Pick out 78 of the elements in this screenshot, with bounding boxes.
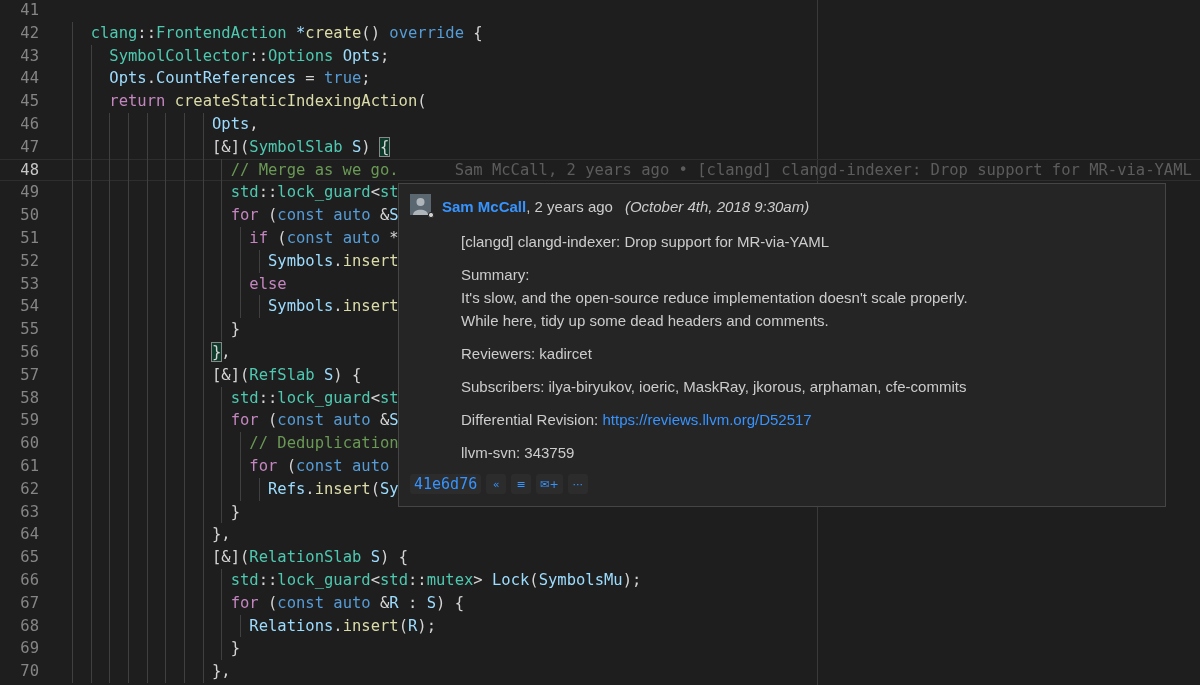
code-line: for (const auto [249,455,390,477]
code-line: // Merge as we go. [230,159,399,181]
action-button[interactable]: ✉+ [536,474,563,494]
code-line: Symbols.insert [267,250,399,272]
line-number: 62 [19,478,40,500]
code-line: // Deduplication [249,433,399,455]
line-number: 50 [19,205,40,227]
line-number: 49 [19,182,40,204]
code-line: std::lock_guard<std::mutex> Lock(SymbolsMu); [230,569,642,591]
line-number: 42 [19,22,40,44]
line-number: 43 [19,45,40,67]
code-line: [&](RefSlab S) { [212,364,362,386]
code-line: else [249,273,287,295]
line-number: 69 [19,638,40,660]
action-button[interactable]: ··· [567,474,588,494]
commit-message-text: Reviewers: kadircet [461,344,593,364]
code-line: } [230,319,240,341]
code-line: Relations.insert(R); [249,615,436,637]
code-line: clang::FrontendAction *create() override { [90,22,483,44]
action-button[interactable]: « [486,474,507,494]
code-line: Opts.CountReferences = true; [109,68,371,90]
line-number: 41 [19,0,40,21]
commit-sha-button[interactable]: 41e6d76 [410,474,482,494]
commit-message-text: Differential Revision: https://reviews.llvm.org/D52517 [461,410,813,430]
code-line: }, [212,341,231,363]
line-number: 51 [19,227,40,249]
commit-message-text: While here, tidy up some dead headers and comments. [461,311,830,331]
line-number: 55 [19,319,40,341]
line-number: 68 [19,615,40,637]
code-line: [&](RelationSlab S) { [212,547,408,569]
author-link[interactable]: Sam McCall [442,197,527,215]
code-line: } [230,501,240,523]
line-number: 46 [19,114,40,135]
commit-message-text: Summary: [461,265,531,285]
commit-message-text: It's slow, and the open-source reduce implementation doesn't scale properly. [461,288,969,308]
line-number: 65 [19,547,40,569]
line-number: 52 [19,250,40,272]
code-line: if (const auto * [249,227,399,249]
code-line: for (const auto &S [230,410,399,432]
code-line: SymbolCollector::Options Opts; [109,45,390,67]
line-number: 44 [19,68,40,90]
action-button[interactable]: ≡ [511,474,532,494]
line-number: 47 [19,136,40,158]
line-number: 48 [19,159,40,181]
code-line: std::lock_guard<st [230,182,399,204]
line-number: 61 [19,455,40,477]
line-number: 60 [19,433,40,455]
line-number: 66 [19,569,40,591]
code-line: std::lock_guard<st [230,387,399,409]
code-line: } [230,638,240,660]
revision-link[interactable]: https://reviews.llvm.org/D52517 [602,411,812,428]
code-line: Refs.insert(Sy [267,478,399,500]
line-number: 63 [19,501,40,523]
line-number: 57 [19,364,40,386]
code-line: for (const auto &R : S) { [230,592,464,614]
line-number: 67 [19,592,40,614]
avatar-icon [410,194,434,218]
line-number: 53 [19,273,40,295]
code-line: [&](SymbolSlab S) { [212,136,390,158]
code-line: return createStaticIndexingAction( [109,91,427,113]
line-number: 64 [19,524,40,546]
line-number: 58 [19,387,40,409]
blame-annotation: Sam McCall, 2 years ago • [clangd] clangd-indexer: Drop support for MR-via-YAML [454,159,1192,181]
line-number: 54 [19,296,40,318]
code-line: }, [212,661,231,683]
code-line: for (const auto &S [230,205,399,227]
code-line: Symbols.insert [267,296,399,318]
line-number: 45 [19,91,40,113]
commit-message-text: llvm-svn: 343759 [461,443,576,463]
code-line: Opts, [212,114,259,135]
commit-age: , 2 years ago [526,197,613,215]
commit-title: [clangd] clangd-indexer: Drop support for MR-via-YAML [461,232,831,252]
line-number: 56 [19,341,40,363]
commit-date: (October 4th, 2018 9:30am) [624,197,810,215]
commit-message-text: Subscribers: ilya-biryukov, ioeric, MaskRay, jkorous, arphaman, cfe-commits [461,377,968,397]
line-number: 70 [19,661,40,683]
line-number: 59 [19,410,40,432]
code-line: }, [212,524,231,546]
